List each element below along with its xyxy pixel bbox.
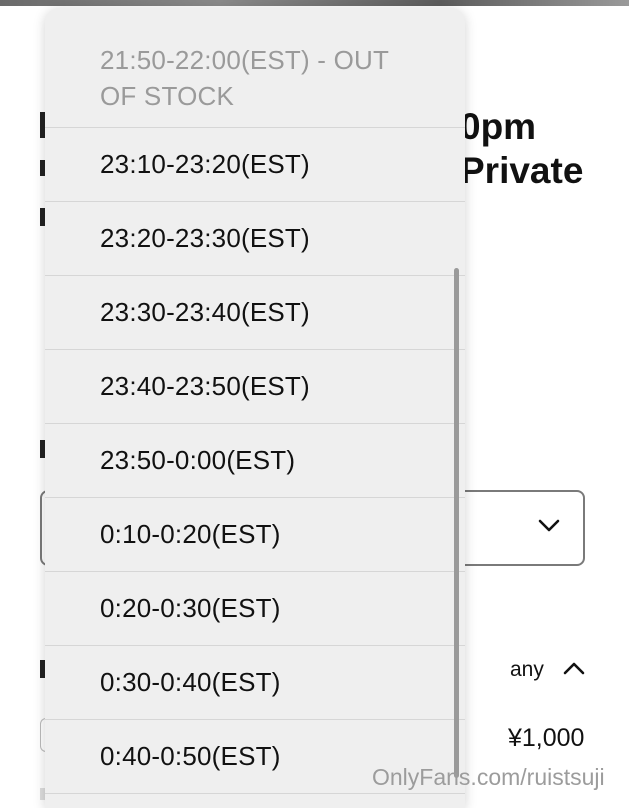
dropdown-scrollbar[interactable] (454, 268, 459, 778)
timeslot-dropdown-menu[interactable]: 21:50-22:00(EST) - OUT OF STOCK 23:10-23… (45, 8, 465, 808)
dropdown-option[interactable]: 23:30-23:40(EST) (45, 276, 465, 350)
price-value: ¥1,000 (508, 724, 585, 752)
page-title-fragment: 0pm (460, 106, 537, 147)
dropdown-option[interactable]: 0:10-0:20(EST) (45, 498, 465, 572)
top-image-strip (0, 0, 629, 6)
dropdown-option[interactable]: 23:40-23:50(EST) (45, 350, 465, 424)
watermark-text: OnlyFans.com/ruistsuji (372, 764, 605, 790)
chevron-up-icon[interactable] (563, 660, 585, 676)
page-title-fragment-2: Private (460, 150, 584, 191)
dropdown-option[interactable]: 0:30-0:40(EST) (45, 646, 465, 720)
quantity-toggle-label[interactable]: any (510, 658, 544, 682)
dropdown-option[interactable]: 23:20-23:30(EST) (45, 202, 465, 276)
dropdown-option-out-of-stock: 21:50-22:00(EST) - OUT OF STOCK (45, 8, 465, 128)
dropdown-option[interactable]: 0:20-0:30(EST) (45, 572, 465, 646)
chevron-down-icon[interactable] (538, 518, 560, 534)
dropdown-option[interactable]: 23:50-0:00(EST) (45, 424, 465, 498)
dropdown-option[interactable]: 23:10-23:20(EST) (45, 128, 465, 202)
